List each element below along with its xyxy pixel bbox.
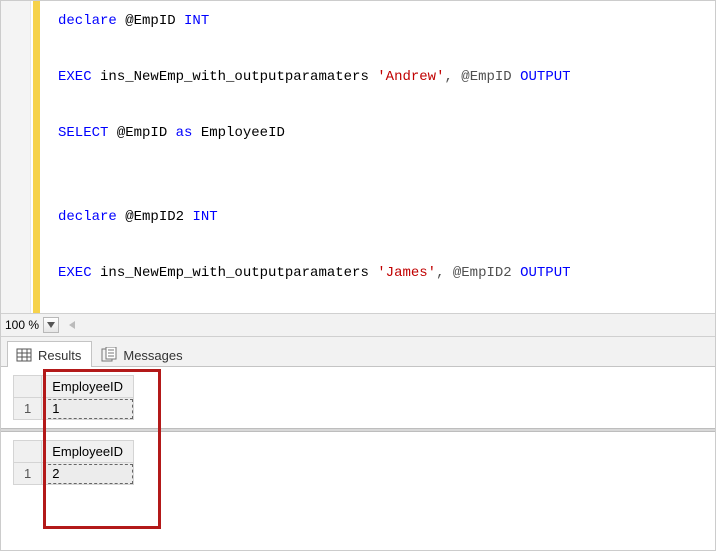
zoom-dropdown[interactable] <box>43 317 59 333</box>
tab-label: Messages <box>123 348 182 363</box>
code-text: , @EmpID2 <box>436 265 520 281</box>
zoom-value: 100 % <box>5 318 39 332</box>
messages-icon <box>101 347 117 363</box>
table-row[interactable]: 1 2 <box>14 463 134 485</box>
code-text: @EmpID2 <box>117 209 193 225</box>
sql-editor[interactable]: declare @EmpID INT EXEC ins_NewEmp_with_… <box>40 1 571 313</box>
code-text: ins_NewEmp_with_outputparamaters <box>92 265 378 281</box>
tab-messages[interactable]: Messages <box>92 341 193 367</box>
keyword: as <box>176 125 193 141</box>
keyword: INT <box>184 13 209 29</box>
string-literal: 'James' <box>377 265 436 281</box>
keyword: EXEC <box>58 265 92 281</box>
column-header[interactable]: EmployeeID <box>42 441 134 463</box>
line-number-gutter <box>1 1 31 313</box>
code-text: EmployeeID <box>192 125 284 141</box>
code-text: @EmpID <box>117 13 184 29</box>
grid-icon <box>16 347 32 363</box>
results-grid[interactable]: EmployeeID 1 1 <box>13 375 134 420</box>
result-set: EmployeeID 1 2 <box>1 432 715 493</box>
keyword: OUTPUT <box>520 265 570 281</box>
code-text: @EmpID <box>108 125 175 141</box>
column-header[interactable]: EmployeeID <box>42 376 134 398</box>
chevron-down-icon <box>47 322 55 328</box>
cell-value[interactable]: 1 <box>42 398 134 420</box>
table-row[interactable]: 1 1 <box>14 398 134 420</box>
result-set: EmployeeID 1 1 <box>1 367 715 428</box>
corner-cell <box>14 376 42 398</box>
chevron-left-icon <box>69 321 75 329</box>
scroll-left-button[interactable] <box>65 318 79 332</box>
row-number: 1 <box>14 463 42 485</box>
keyword: OUTPUT <box>520 69 570 85</box>
keyword: INT <box>192 209 217 225</box>
cell-value[interactable]: 2 <box>42 463 134 485</box>
result-tabs: Results Messages <box>1 337 715 367</box>
results-grid[interactable]: EmployeeID 1 2 <box>13 440 134 485</box>
row-number: 1 <box>14 398 42 420</box>
results-pane: EmployeeID 1 1 EmployeeID 1 2 <box>1 367 715 550</box>
tab-results[interactable]: Results <box>7 341 92 367</box>
editor: declare @EmpID INT EXEC ins_NewEmp_with_… <box>1 1 715 313</box>
keyword: EXEC <box>58 69 92 85</box>
change-marker <box>33 1 40 313</box>
corner-cell <box>14 441 42 463</box>
code-text: ins_NewEmp_with_outputparamaters <box>92 69 378 85</box>
keyword: declare <box>58 209 117 225</box>
keyword: SELECT <box>58 125 108 141</box>
zoom-bar: 100 % <box>1 313 715 337</box>
code-text: , @EmpID <box>444 69 520 85</box>
tab-label: Results <box>38 348 81 363</box>
string-literal: 'Andrew' <box>377 69 444 85</box>
keyword: declare <box>58 13 117 29</box>
